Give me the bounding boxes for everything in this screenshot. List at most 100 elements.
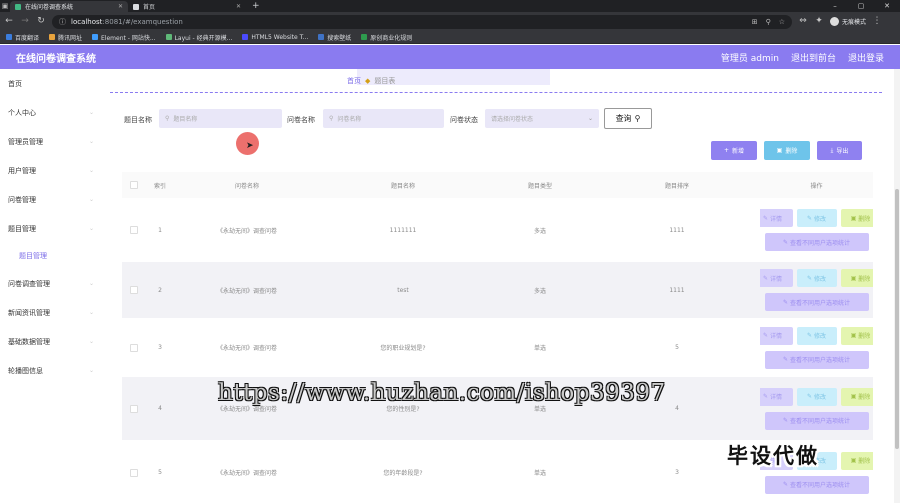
row-checkbox[interactable] bbox=[122, 343, 146, 352]
row-delete-button[interactable]: ▣ 删除 bbox=[840, 451, 873, 470]
sidebar-item[interactable]: 个人中心 ⌄ bbox=[0, 98, 102, 127]
logout-link[interactable]: 退出登录 bbox=[848, 51, 884, 64]
bookmark-item[interactable]: 腾讯网址 bbox=[49, 33, 82, 42]
scrollbar-thumb[interactable] bbox=[895, 189, 899, 449]
view-stats-button[interactable]: ✎ 查看不同用户选项统计 bbox=[764, 411, 869, 430]
edit-label: 修改 bbox=[813, 275, 826, 283]
sidebar-item[interactable]: 问卷管理 ⌄ bbox=[0, 185, 102, 214]
query-button[interactable]: 查询 ⚲ bbox=[604, 108, 652, 129]
address-bar[interactable]: ⓘ localhost:8081/#/examquestion ⊞ ⚲ ☆ bbox=[52, 14, 792, 29]
column-header[interactable]: 问卷名称 bbox=[174, 181, 320, 190]
browser-tab[interactable]: 在线问卷调查系统 ✕ bbox=[10, 1, 128, 12]
new-tab-button[interactable]: + bbox=[246, 1, 266, 12]
profile-button[interactable]: 无痕模式 bbox=[830, 17, 866, 26]
search-icon: ⚲ bbox=[329, 115, 334, 122]
sidebar-item[interactable]: 问卷调查管理 ⌄ bbox=[0, 269, 102, 298]
row-checkbox[interactable] bbox=[122, 286, 146, 294]
delete-button-label: 删除 bbox=[785, 148, 798, 155]
close-tab-icon[interactable]: ✕ bbox=[236, 3, 241, 10]
close-tab-icon[interactable]: ✕ bbox=[118, 3, 123, 10]
sidebar-item-label: 新闻资讯管理 bbox=[8, 308, 50, 317]
row-delete-button[interactable]: ▣ 删除 bbox=[840, 269, 873, 287]
cast-icon[interactable]: ⇔ bbox=[798, 12, 808, 31]
bookmark-item[interactable]: HTML5 Website T... bbox=[242, 34, 308, 41]
view-detail-button[interactable]: ✎ 详情 bbox=[760, 209, 793, 227]
edit-button[interactable]: ✎ 修改 bbox=[796, 269, 837, 287]
bookmark-label: 原创商业化规则 bbox=[370, 34, 413, 42]
sidebar-item[interactable]: 轮播图信息 ⌄ bbox=[0, 356, 102, 385]
bookmark-star-icon[interactable]: ☆ bbox=[779, 18, 785, 26]
sidebar-item[interactable]: 用户管理 ⌄ bbox=[0, 156, 102, 185]
bookmark-item[interactable]: 搜索壁纸 bbox=[318, 33, 351, 42]
view-stats-button[interactable]: ✎ 查看不同用户选项统计 bbox=[764, 475, 869, 494]
table-row[interactable]: 2 《永劫无间》调查问卷 test 多选 1111 ✎ 详情 ✎ 修改 ▣ 删除 ✎ 查看不同用… bbox=[122, 262, 873, 318]
breadcrumb-home[interactable]: 首页 bbox=[347, 76, 361, 86]
edit-button[interactable]: ✎ 修改 bbox=[796, 209, 837, 227]
column-header[interactable]: 题目名称 bbox=[320, 181, 486, 190]
minimize-icon[interactable]: – bbox=[822, 0, 848, 12]
site-info-icon[interactable]: ⓘ bbox=[59, 17, 66, 27]
row-question-order: 1111 bbox=[669, 226, 685, 234]
edit-button[interactable]: ✎ 修改 bbox=[796, 326, 837, 345]
sidebar-item[interactable]: 管理员管理 ⌄ bbox=[0, 127, 102, 156]
view-detail-button[interactable]: ✎ 详情 bbox=[760, 387, 793, 406]
delete-selected-button[interactable]: ▣ 删除 bbox=[764, 141, 810, 160]
view-detail-button[interactable]: ✎ 详情 bbox=[760, 326, 793, 345]
select-all-checkbox[interactable] bbox=[122, 181, 146, 189]
chevron-down-icon: ⌄ bbox=[88, 167, 94, 174]
sidebar-item[interactable]: 题目管理 ⌄ bbox=[0, 214, 102, 243]
extensions-icon[interactable]: ✦ bbox=[814, 12, 824, 31]
sidebar-subitem-active[interactable]: 题目管理 bbox=[0, 243, 102, 269]
table-row[interactable]: 3 《永劫无间》调查问卷 您的职业规划是? 单选 5 ✎ 详情 ✎ 修改 ▣ 删除 ✎ 查看不同… bbox=[122, 318, 873, 377]
view-stats-button[interactable]: ✎ 查看不同用户选项统计 bbox=[764, 350, 869, 369]
zoom-icon[interactable]: ⚲ bbox=[766, 18, 771, 26]
row-checkbox[interactable] bbox=[122, 468, 146, 477]
edit-button[interactable]: ✎ 修改 bbox=[796, 387, 837, 406]
back-arrow-icon[interactable]: ← bbox=[4, 12, 14, 31]
close-window-icon[interactable]: ✕ bbox=[874, 0, 900, 12]
maximize-icon[interactable]: ▢ bbox=[848, 0, 874, 12]
sidebar-item-label: 问卷管理 bbox=[8, 195, 36, 204]
bookmark-favicon-icon bbox=[361, 34, 368, 40]
bookmark-favicon-icon bbox=[6, 34, 12, 40]
plus-icon: + bbox=[723, 147, 729, 154]
row-checkbox[interactable] bbox=[122, 226, 146, 234]
bookmark-item[interactable]: Element - 网站快... bbox=[92, 33, 156, 42]
view-stats-button[interactable]: ✎ 查看不同用户选项统计 bbox=[764, 233, 869, 251]
bookmark-item[interactable]: 原创商业化规则 bbox=[361, 33, 412, 42]
column-header[interactable]: 题目类型 bbox=[486, 181, 594, 190]
add-button[interactable]: + 新增 bbox=[711, 141, 757, 160]
browser-menu-icon[interactable]: ⋮ bbox=[872, 12, 882, 31]
sidebar-menu: 首页 个人中心 ⌄ 管理员管理 ⌄ 用户管理 ⌄ 问卷管理 ⌄ 题目管理 ⌄ 题目管理 问卷调查管理 ⌄ 新… bbox=[0, 69, 102, 503]
status-select-placeholder: 请选择问卷状态 bbox=[491, 116, 534, 123]
row-checkbox[interactable] bbox=[122, 404, 146, 413]
exit-to-frontend-link[interactable]: 退出到前台 bbox=[791, 51, 836, 64]
bookmark-item[interactable]: 百度翻译 bbox=[6, 33, 39, 42]
browser-tab[interactable]: 首页 ✕ bbox=[128, 1, 246, 12]
row-delete-button[interactable]: ▣ 删除 bbox=[840, 326, 873, 345]
exam-search-input[interactable]: ⚲ 问卷名称 bbox=[323, 109, 444, 128]
view-detail-button[interactable]: ✎ 详情 bbox=[760, 269, 793, 287]
export-button[interactable]: ⤓ 导出 bbox=[817, 141, 862, 160]
table-row[interactable]: 1 《永劫无间》调查问卷 1111111 多选 1111 ✎ 详情 ✎ 修改 ▣ 删除 ✎ 查看… bbox=[122, 198, 873, 262]
status-select[interactable]: 请选择问卷状态 ⌄ bbox=[485, 109, 599, 128]
title-search-input[interactable]: ⚲ 题目名称 bbox=[159, 109, 282, 128]
incognito-avatar-icon bbox=[830, 17, 839, 26]
row-exam-name: 《永劫无间》调查问卷 bbox=[216, 287, 277, 295]
title-search-placeholder: 题目名称 bbox=[173, 116, 198, 123]
sidebar-item[interactable]: 新闻资讯管理 ⌄ bbox=[0, 298, 102, 327]
sidebar-item[interactable]: 基础数据管理 ⌄ bbox=[0, 327, 102, 356]
window-menu-icon[interactable]: ▣ bbox=[0, 0, 10, 12]
forward-arrow-icon[interactable]: → bbox=[20, 12, 30, 31]
reload-icon[interactable]: ↻ bbox=[36, 12, 46, 31]
bookmark-item[interactable]: Layui - 经典开源模... bbox=[165, 33, 232, 42]
sidebar-item[interactable]: 首页 bbox=[0, 69, 102, 98]
page-scrollbar[interactable] bbox=[894, 69, 900, 503]
row-delete-button[interactable]: ▣ 删除 bbox=[840, 209, 873, 227]
column-header[interactable]: 题目排序 bbox=[594, 181, 760, 190]
window-controls: – ▢ ✕ bbox=[822, 0, 900, 12]
row-delete-button[interactable]: ▣ 删除 bbox=[840, 387, 873, 406]
translate-icon[interactable]: ⊞ bbox=[752, 18, 758, 26]
sidebar-item-label: 个人中心 bbox=[8, 108, 36, 117]
view-stats-button[interactable]: ✎ 查看不同用户选项统计 bbox=[764, 293, 869, 311]
